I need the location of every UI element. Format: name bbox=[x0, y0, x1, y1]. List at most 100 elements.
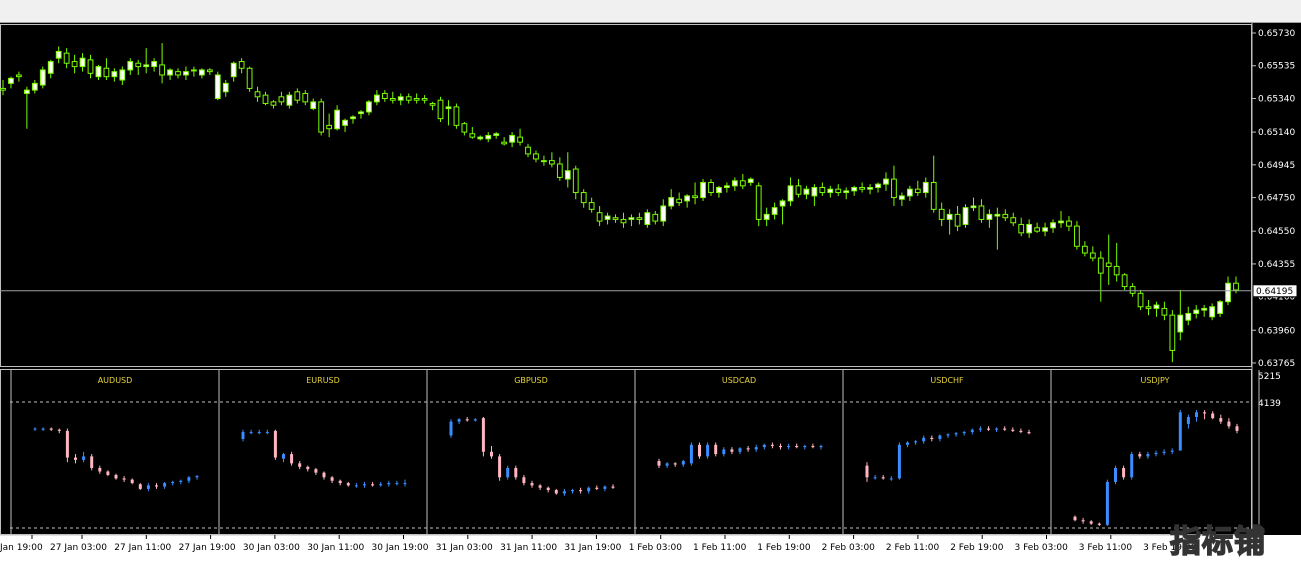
candle-body bbox=[564, 170, 571, 180]
candle-body bbox=[580, 192, 587, 204]
candle-body bbox=[994, 213, 1001, 217]
candle-body bbox=[55, 50, 62, 59]
panel-candle bbox=[881, 474, 885, 480]
panel-candle bbox=[122, 476, 126, 482]
panel-candle-body bbox=[387, 483, 391, 485]
panel-title: USDCAD bbox=[722, 376, 756, 385]
candle-body bbox=[517, 136, 523, 143]
main-candle bbox=[533, 150, 539, 163]
main-candle bbox=[851, 185, 858, 196]
time-tick-label: 31 Jan 19:00 bbox=[564, 543, 621, 553]
candle-body bbox=[198, 69, 205, 76]
panel-candle bbox=[730, 447, 734, 455]
panel-candle bbox=[962, 430, 966, 436]
panel-candle-body bbox=[403, 483, 407, 485]
candle-body bbox=[318, 101, 325, 133]
main-candle bbox=[755, 182, 762, 227]
panel-title: EURUSD bbox=[306, 376, 340, 385]
candle-body bbox=[366, 101, 372, 113]
watermark: 指标铺 bbox=[1169, 523, 1266, 561]
panel-candle-body bbox=[449, 421, 453, 436]
candle-body bbox=[39, 69, 46, 86]
chart-window[interactable]: 0.65730 0.65535 0.65340 0.65140 0.64945 0.647… bbox=[0, 23, 1301, 563]
main-candle bbox=[119, 66, 126, 86]
panel-candle-body bbox=[163, 483, 167, 487]
candle-body bbox=[1177, 314, 1184, 333]
panel-candle-body bbox=[498, 456, 502, 478]
main-candle bbox=[8, 76, 14, 89]
panel-candle bbox=[554, 488, 558, 495]
candle-body bbox=[1129, 286, 1136, 294]
panel-candle-body bbox=[273, 430, 277, 458]
panel-candle-body bbox=[762, 444, 766, 448]
main-candle bbox=[127, 58, 134, 75]
panel-candle bbox=[314, 468, 318, 475]
candle-body bbox=[0, 87, 6, 91]
candle-body bbox=[938, 208, 945, 220]
panel-candle-body bbox=[1195, 412, 1198, 417]
panel-eurusd: EURUSD bbox=[241, 370, 428, 534]
candle-body bbox=[47, 61, 54, 74]
candle-body bbox=[159, 64, 165, 76]
panel-candle-body bbox=[722, 449, 726, 455]
time-tick-label: 27 Jan 03:00 bbox=[50, 543, 107, 553]
candle-body bbox=[787, 185, 794, 202]
panel-candle-body bbox=[803, 445, 807, 448]
candle-body bbox=[636, 217, 643, 220]
candle-body bbox=[358, 111, 364, 115]
panel-candle-body bbox=[657, 461, 661, 466]
panel-candle-body bbox=[897, 444, 901, 479]
main-candle bbox=[63, 48, 70, 69]
panel-candle-body bbox=[82, 456, 86, 460]
main-candle bbox=[366, 100, 372, 116]
candle-body bbox=[421, 97, 428, 101]
main-candle bbox=[1034, 222, 1041, 233]
main-candle bbox=[1217, 300, 1223, 317]
panel-usdcad: USDCAD bbox=[657, 370, 844, 534]
main-candle bbox=[477, 135, 484, 141]
main-candle bbox=[31, 80, 38, 94]
panel-candle-body bbox=[57, 429, 61, 431]
candle-body bbox=[246, 67, 253, 89]
candle-body bbox=[914, 188, 921, 194]
candle-body bbox=[302, 92, 309, 103]
panel-gbpusd: GBPUSD bbox=[449, 370, 636, 534]
main-candle bbox=[1209, 303, 1216, 321]
price-tick-label: 0.65340 bbox=[1258, 94, 1295, 104]
candle-body bbox=[803, 188, 810, 195]
panel-candle-body bbox=[481, 418, 485, 452]
panel-candle bbox=[306, 465, 310, 472]
price-chart[interactable]: 0.65730 0.65535 0.65340 0.65140 0.64945 0.647… bbox=[0, 23, 1301, 563]
panel-candle bbox=[779, 443, 782, 450]
panel-candle bbox=[1011, 427, 1015, 433]
candle-body bbox=[326, 124, 333, 130]
main-candle bbox=[310, 98, 317, 111]
main-candle bbox=[405, 93, 412, 104]
panel-candle-body bbox=[546, 487, 550, 491]
main-candle bbox=[724, 182, 730, 193]
panel-candle-body bbox=[1154, 452, 1158, 455]
main-candle bbox=[731, 177, 738, 191]
time-tick-label: 27 Jan 19:00 bbox=[179, 543, 236, 553]
candle-body bbox=[859, 187, 866, 190]
price-tick-label: 0.63765 bbox=[1258, 359, 1295, 369]
candle-body bbox=[899, 195, 905, 200]
candle-body bbox=[1050, 222, 1056, 229]
candle-body bbox=[445, 106, 452, 110]
panel-candle-body bbox=[241, 432, 245, 439]
main-candle bbox=[604, 212, 611, 225]
panel-candle bbox=[906, 441, 909, 448]
main-candle bbox=[938, 202, 945, 227]
candle-body bbox=[556, 163, 563, 178]
panel-candle bbox=[1122, 465, 1126, 480]
panel-candle-body bbox=[146, 485, 150, 489]
panel-candle-body bbox=[698, 444, 701, 457]
main-candle bbox=[1066, 216, 1072, 232]
panel-candle-body bbox=[122, 478, 126, 480]
panel-candle-body bbox=[538, 485, 542, 488]
candle-body bbox=[795, 185, 802, 195]
candle-body bbox=[477, 136, 484, 140]
main-candle bbox=[151, 58, 158, 72]
main-candle bbox=[350, 115, 356, 124]
main-candle bbox=[326, 113, 333, 138]
